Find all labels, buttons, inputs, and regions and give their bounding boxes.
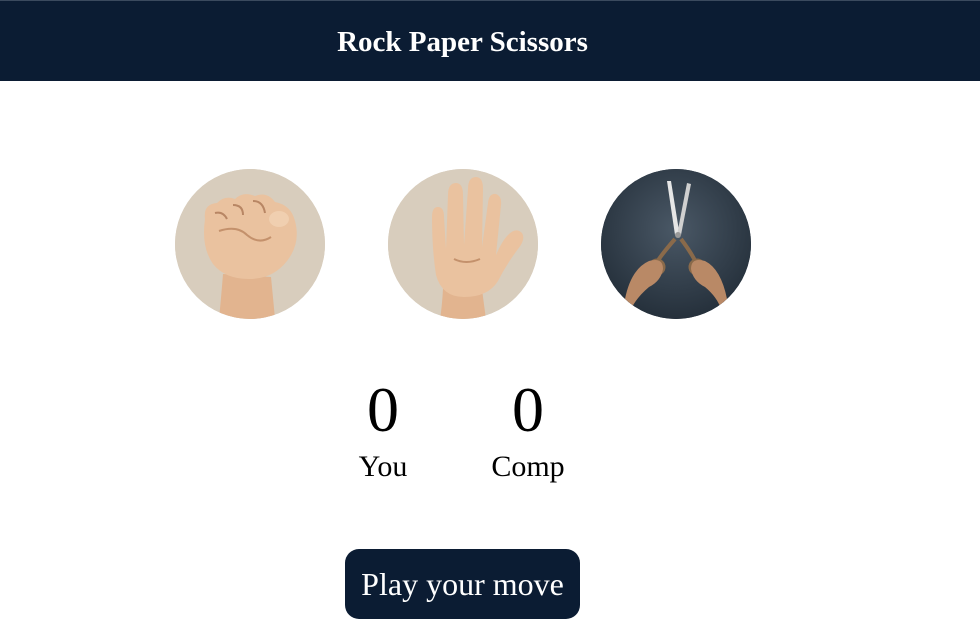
- comp-score-label: Comp: [491, 450, 565, 483]
- app-header: Rock Paper Scissors: [0, 0, 980, 81]
- comp-score: 0 Comp: [468, 378, 588, 484]
- scissors-icon: [601, 169, 751, 319]
- choice-rock[interactable]: [175, 169, 325, 319]
- rock-fist-icon: [175, 169, 325, 319]
- page-title: Rock Paper Scissors: [337, 26, 588, 58]
- comp-score-value: 0: [512, 374, 544, 445]
- paper-hand-icon: [388, 169, 538, 319]
- choice-paper[interactable]: [388, 169, 538, 319]
- user-score-label: You: [358, 450, 408, 483]
- user-score: 0 You: [323, 378, 443, 484]
- choice-scissors[interactable]: [601, 169, 751, 319]
- status-message: Play your move: [345, 549, 580, 619]
- user-score-value: 0: [367, 374, 399, 445]
